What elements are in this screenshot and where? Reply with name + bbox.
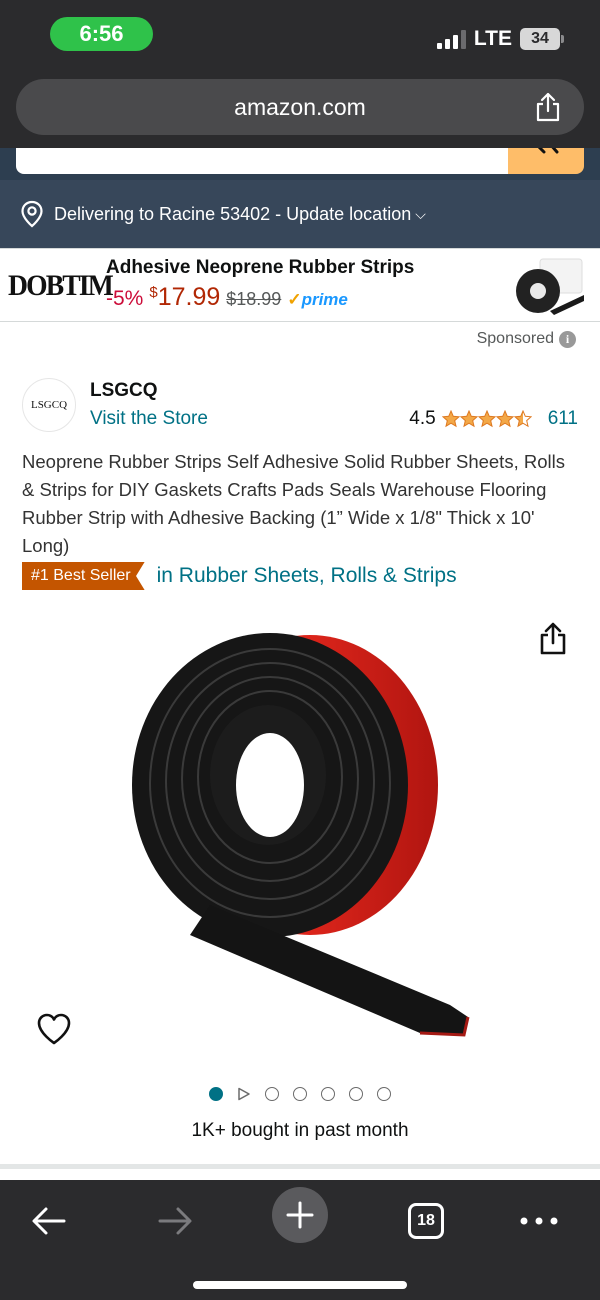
status-time: 6:56 [50, 17, 153, 51]
best-seller-row: #1 Best Seller in Rubber Sheets, Rolls &… [22, 562, 457, 590]
search-bar-partial [0, 148, 600, 180]
delivery-location-bar[interactable]: Delivering to Racine 53402 - Update loca… [0, 180, 600, 248]
address-bar[interactable]: amazon.com [16, 79, 584, 135]
info-icon[interactable]: i [559, 330, 576, 348]
location-pin-icon [21, 200, 43, 228]
section-divider [0, 1164, 600, 1169]
share-icon[interactable] [538, 622, 568, 656]
search-input[interactable] [16, 148, 508, 174]
prime-check-icon: ✓ [287, 290, 302, 309]
star-icon [495, 410, 514, 428]
forward-arrow-icon [158, 1207, 192, 1235]
bought-in-past-month: 1K+ bought in past month [191, 1120, 409, 1141]
sponsored-label[interactable]: Sponsored i [477, 330, 576, 348]
best-seller-category-link[interactable]: in Rubber Sheets, Rolls & Strips [157, 564, 457, 588]
chevron-down-icon: ⌵ [415, 205, 426, 222]
brand-name: LSGCQ [90, 380, 158, 401]
ad-discount: -5% [106, 287, 144, 310]
visit-store-link[interactable]: Visit the Store [90, 408, 208, 430]
star-rating-icon [441, 410, 532, 428]
back-button[interactable] [24, 1196, 74, 1246]
delivery-text: Delivering to Racine 53402 - Update loca… [54, 203, 412, 224]
ad-list-price: $18.99 [226, 289, 282, 309]
best-seller-badge: #1 Best Seller [22, 562, 145, 590]
ad-product-thumbnail[interactable] [510, 255, 586, 317]
heart-icon[interactable] [36, 1012, 72, 1046]
star-icon [459, 410, 478, 428]
search-icon [537, 148, 559, 154]
carousel-dot-active[interactable] [209, 1087, 223, 1101]
ad-price: $17.99 [149, 283, 221, 311]
video-play-icon[interactable] [237, 1087, 251, 1101]
carousel-dot[interactable] [349, 1087, 363, 1101]
star-icon [441, 410, 460, 428]
search-button[interactable] [508, 148, 584, 174]
prime-badge: ✓prime [287, 290, 348, 309]
store-logo[interactable]: LSGCQ [22, 378, 76, 432]
network-label: LTE [473, 27, 512, 50]
plus-icon [286, 1201, 314, 1229]
url-text: amazon.com [234, 93, 366, 120]
new-tab-button[interactable] [272, 1187, 328, 1243]
browser-top-bar: 6:56 LTE 34 amazon.com [0, 0, 600, 148]
ad-title[interactable]: Adhesive Neoprene Rubber Strips [106, 257, 414, 279]
image-carousel-dots[interactable] [0, 1087, 600, 1101]
carousel-dot[interactable] [293, 1087, 307, 1101]
review-count[interactable]: 611 [548, 408, 578, 430]
product-title: Neoprene Rubber Strips Self Adhesive Sol… [22, 451, 565, 556]
star-icon [513, 410, 532, 428]
ad-brand-logo: DOBTIM [8, 269, 114, 302]
battery-icon: 34 [520, 28, 564, 50]
back-arrow-icon [32, 1207, 66, 1235]
browser-bottom-toolbar: 18 [0, 1180, 600, 1300]
rating-value: 4.5 [409, 408, 436, 429]
carousel-dot[interactable] [265, 1087, 279, 1101]
home-indicator [193, 1281, 407, 1289]
ad-price-row: -5% $17.99 $18.99 ✓prime [106, 283, 348, 312]
star-icon [477, 410, 496, 428]
carousel-dot[interactable] [321, 1087, 335, 1101]
product-image[interactable] [120, 605, 480, 1045]
sponsored-ad-banner[interactable]: DOBTIM Adhesive Neoprene Rubber Strips -… [0, 248, 600, 322]
status-indicators: LTE 34 [436, 27, 564, 51]
rating-summary[interactable]: 4.5 611 [409, 408, 578, 430]
tab-count: 18 [408, 1203, 444, 1239]
tabs-button[interactable]: 18 [406, 1196, 446, 1246]
signal-icon [436, 29, 466, 49]
forward-button[interactable] [150, 1196, 200, 1246]
carousel-dot[interactable] [377, 1087, 391, 1101]
share-icon[interactable] [534, 92, 562, 122]
more-menu-button[interactable] [516, 1196, 562, 1246]
ellipsis-icon [520, 1217, 558, 1225]
